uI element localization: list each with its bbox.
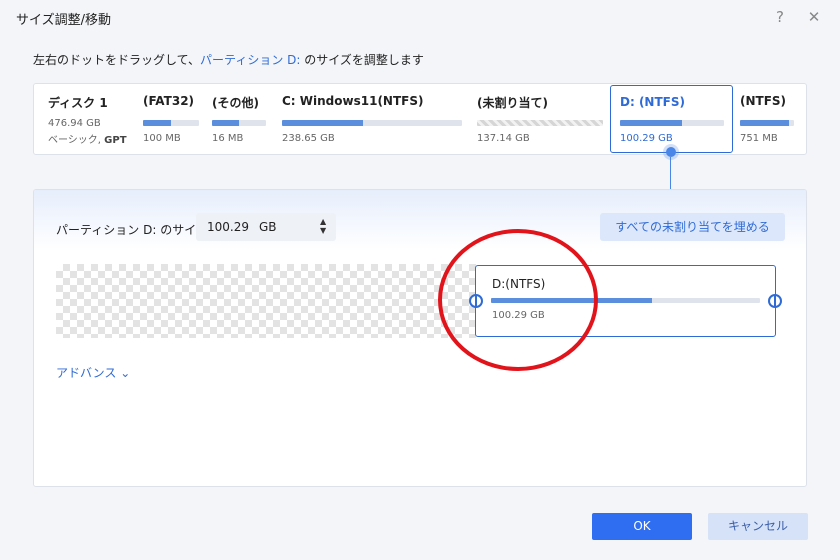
disk-map: ディスク 1 476.94 GB ベーシック, GPT (FAT32) 100 …: [33, 83, 807, 155]
partition-size: 751 MB: [740, 133, 778, 144]
partition-usage-fill: [212, 120, 239, 126]
disk-type: ベーシック, GPT: [48, 131, 127, 146]
partition-name: C: Windows11(NTFS): [282, 94, 424, 108]
size-spinner[interactable]: ▲ ▼: [320, 217, 326, 235]
disk-size: 476.94 GB: [48, 118, 101, 129]
partition-name: (未割り当て): [477, 96, 548, 110]
partition-usage-fill: [143, 120, 171, 126]
partition-fat32[interactable]: (FAT32) 100 MB: [143, 94, 205, 146]
instruction-suffix: のサイズを調整します: [300, 53, 424, 67]
partition-name: (NTFS): [740, 94, 787, 108]
partition-usage-fill: [620, 120, 683, 126]
disk-type-prefix: ベーシック,: [48, 135, 105, 146]
partition-usage-bar: [143, 120, 199, 126]
disk-name: ディスク 1: [48, 96, 108, 110]
partition-usage-bar: [740, 120, 794, 126]
cancel-button[interactable]: キャンセル: [708, 513, 808, 540]
partition-usage-bar: [282, 120, 462, 126]
spin-up-icon[interactable]: ▲: [320, 217, 326, 226]
partition-usage-fill: [282, 120, 363, 126]
partition-name: (FAT32): [143, 94, 195, 108]
unallocated-space-area: [56, 264, 476, 338]
partition-d-selected[interactable]: D: (NTFS) 100.29 GB: [610, 85, 733, 153]
size-value: 100.29: [207, 220, 249, 234]
instruction-text: 左右のドットをドラッグして、パーティション D: のサイズを調整します: [33, 51, 424, 68]
partition-size: 16 MB: [212, 133, 244, 144]
advanced-toggle[interactable]: アドバンス ⌄: [56, 364, 130, 381]
instruction-prefix: 左右のドットをドラッグして、: [33, 53, 201, 67]
ok-button[interactable]: OK: [592, 513, 692, 540]
partition-c[interactable]: C: Windows11(NTFS) 238.65 GB: [282, 94, 467, 146]
advanced-label: アドバンス: [56, 366, 117, 380]
spin-down-icon[interactable]: ▼: [320, 226, 326, 235]
title-bar: サイズ調整/移動 ? ✕: [0, 0, 840, 36]
partition-size: 100 MB: [143, 133, 181, 144]
instruction-highlight: パーティション D:: [200, 53, 301, 67]
partition-size-label: パーティション D: のサイズ: [56, 223, 208, 237]
partition-usage-bar: [620, 120, 724, 126]
size-unit: GB: [259, 220, 277, 234]
partition-name: D: (NTFS): [620, 95, 685, 109]
partition-size-input[interactable]: 100.29 GB ▲ ▼: [196, 213, 336, 241]
partition-size: 137.14 GB: [477, 133, 530, 144]
window-title: サイズ調整/移動: [16, 13, 111, 28]
disk-type-bold: GPT: [104, 135, 127, 146]
disk-info: ディスク 1 476.94 GB ベーシック, GPT: [48, 94, 127, 146]
partition-name: (その他): [212, 96, 259, 110]
chevron-down-icon: ⌄: [120, 366, 131, 380]
partition-size: 100.29 GB: [620, 133, 673, 144]
selection-connector-line: [670, 157, 671, 189]
partition-usage-bar: [212, 120, 266, 126]
partition-usage-fill: [740, 120, 789, 126]
partition-size: 238.65 GB: [282, 133, 335, 144]
help-button[interactable]: ?: [770, 6, 790, 28]
right-resize-handle[interactable]: [768, 294, 782, 308]
partition-unallocated[interactable]: (未割り当て) 137.14 GB: [477, 94, 603, 146]
partition-ntfs[interactable]: (NTFS) 751 MB: [740, 94, 802, 146]
red-circle-annotation: [438, 229, 598, 371]
close-button[interactable]: ✕: [804, 6, 824, 28]
partition-other[interactable]: (その他) 16 MB: [212, 94, 274, 146]
resize-panel: パーティション D: のサイズ 100.29 GB ▲ ▼ すべての未割り当てを…: [33, 189, 807, 487]
unallocated-bar: [477, 120, 603, 126]
selection-connector-dot: [666, 147, 676, 157]
fill-unallocated-button[interactable]: すべての未割り当てを埋める: [600, 213, 785, 241]
